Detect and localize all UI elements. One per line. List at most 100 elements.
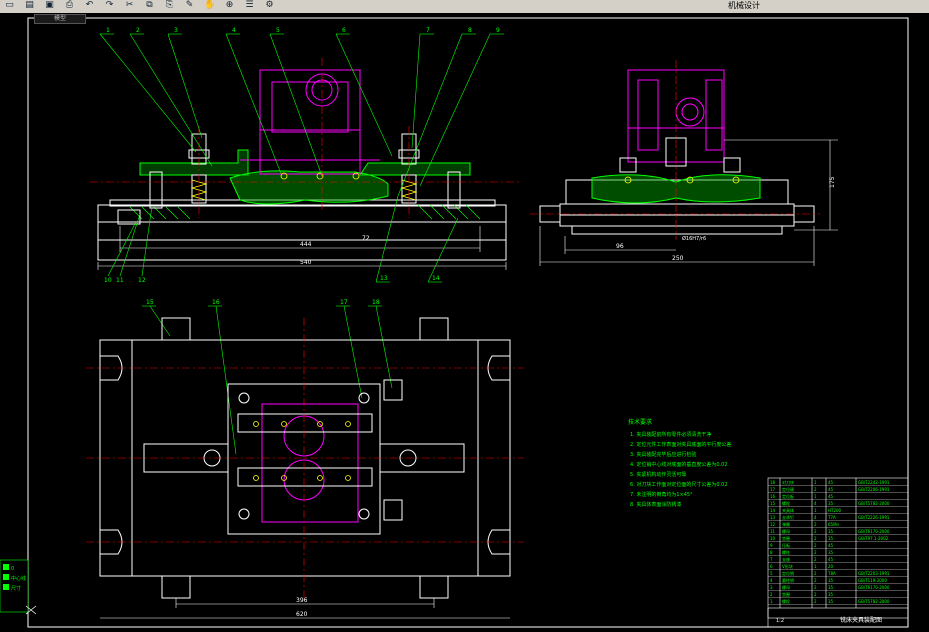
plan-view (86, 317, 524, 619)
title-block-cell: 垫圈 (782, 591, 790, 597)
title-block-cell: GB/T2242-1991 (858, 480, 890, 485)
title-block-name: 铣床夹具装配图 (840, 616, 882, 624)
title-block-cell: 1 (770, 599, 773, 604)
title-block-cell: 17 (770, 487, 776, 492)
dim-front-base: 444 (300, 241, 312, 248)
title-block-cell: 1 (814, 494, 817, 499)
title-block-cell: 9 (770, 543, 773, 548)
title-block-cell: 支承钉 (782, 514, 794, 520)
layer-item[interactable]: 中心线 (11, 575, 26, 582)
drawing-canvas[interactable]: 444 540 72 1 2 3 4 5 6 7 8 9 10 11 12 13 14 15 16 17 18 (0, 13, 929, 628)
title-block-cell: 45 (828, 557, 834, 562)
match-icon[interactable]: ✎ (184, 0, 195, 11)
title-block-cell: 10 (770, 536, 776, 541)
title-block-cell: 65Mn (828, 522, 840, 527)
layers-palette[interactable]: 0 中心线尺寸 (0, 559, 37, 615)
pan-icon[interactable]: ✋ (204, 0, 215, 11)
properties-icon[interactable]: ⚙ (264, 0, 275, 11)
title-block-cell: 35 (828, 529, 834, 534)
title-block-cell: 45 (828, 543, 834, 548)
title-block-scale: 1:2 (776, 618, 784, 624)
title-block-cell: 定位键 (782, 486, 794, 492)
title-block-cell: 圆柱销 (782, 577, 794, 583)
title-block-cell: 1 (814, 480, 817, 485)
title-block-cell: 螺柱 (782, 549, 790, 555)
zoom-icon[interactable]: ⊕ (224, 0, 235, 11)
drawing-border (27, 17, 909, 628)
title-block-cell: 5 (770, 571, 773, 576)
title-block-cell: 4 (770, 578, 773, 583)
title-block-cell: GB/T119-2000 (858, 578, 887, 583)
note-line: 8. 夹具体表面涂防锈漆 (630, 501, 681, 508)
title-block-cell: GB/T97.1-2002 (858, 536, 889, 541)
layer-icon[interactable]: ☰ (244, 0, 255, 11)
title-block-cell: 8 (770, 550, 773, 555)
title-block-cell: 18 (770, 480, 776, 485)
note-line: 3. 夹具装配完毕后应进行检验 (630, 451, 696, 458)
balloon-label: 1 (106, 27, 110, 34)
title-block-cell: 2 (814, 578, 817, 583)
new-icon[interactable]: ▭ (4, 0, 15, 11)
title-block-cell: 定位销 (782, 570, 794, 576)
balloon-label: 12 (138, 277, 146, 284)
title-block-cell: 2 (814, 522, 817, 527)
undo-icon[interactable]: ↶ (84, 0, 95, 11)
redo-icon[interactable]: ↷ (104, 0, 115, 11)
title-block-cell: 螺母 (782, 584, 790, 590)
title-block-cell: 12 (770, 522, 776, 527)
title-block-cell: 2 (814, 536, 817, 541)
paste-icon[interactable]: ⎘ (164, 0, 175, 11)
title-block-cell: 1 (814, 564, 817, 569)
title-block-cell: 7 (770, 557, 773, 562)
layer-item[interactable]: 0 (11, 566, 14, 572)
title-block-cell: 45 (828, 480, 834, 485)
title-block-cell: 2 (814, 557, 817, 562)
title-block-cell: 4 (814, 501, 817, 506)
balloon-label: 14 (432, 275, 440, 282)
title-block-cell: 1 (814, 508, 817, 513)
title-block-cell: 11 (770, 529, 776, 534)
copy-icon[interactable]: ⧉ (144, 0, 155, 11)
dim-side-width: 96 (616, 243, 624, 250)
balloon-label: 5 (276, 27, 280, 34)
title-block-cell: 螺栓 (782, 598, 790, 604)
balloon-label: 6 (342, 27, 346, 34)
print-icon[interactable]: ⎙ (64, 0, 75, 11)
balloon-label: 4 (232, 27, 236, 34)
title-block-cell: 螺母 (782, 528, 790, 534)
open-icon[interactable]: ▤ (24, 0, 35, 11)
title-block-cell: 35 (828, 578, 834, 583)
dim-plan-inner: 396 (296, 597, 308, 604)
title-block-cell: 弹簧 (782, 521, 790, 527)
title-block-cell: 4 (814, 515, 817, 520)
title-block-cell: 2 (814, 571, 817, 576)
title-block-rows: 18 对刀块 1 45 GB/T2242-199117 定位键 2 45 GB/T2206-19… (768, 479, 908, 605)
title-block-cell: 35 (828, 592, 834, 597)
title-block-cell: GB/T5782-2000 (858, 599, 890, 604)
title-block-cell: 夹具体 (782, 507, 794, 513)
title-block-cell: 垫圈 (782, 535, 790, 541)
model-tab[interactable]: 模型 (34, 14, 86, 24)
dim-side-height: 175 (829, 176, 836, 188)
title-block-cell: 螺栓 (782, 500, 790, 506)
title-block-cell: 6 (770, 564, 773, 569)
title-block-cell: 35 (828, 536, 834, 541)
title-block-cell: 13 (770, 515, 776, 520)
balloon-label: 9 (496, 27, 500, 34)
balloon-label: 18 (372, 299, 380, 306)
title-block-cell: 定位板 (782, 493, 794, 499)
title-block-cell: 压板 (782, 542, 790, 548)
front-view (90, 58, 520, 270)
dim-plan-total: 620 (296, 611, 308, 618)
cut-icon[interactable]: ✂ (124, 0, 135, 11)
top-toolbar: 机械设计 ▭ ▤ ▣ ⎙ ↶ ↷ ✂ ⧉ ⎘ ✎ ✋ ⊕ ☰ ⚙ (0, 0, 929, 14)
title-block-cell: 35 (828, 585, 834, 590)
balloon-label: 2 (136, 27, 140, 34)
title-block-cell: 35 (828, 599, 834, 604)
title-block-cell: 35 (828, 501, 834, 506)
title-block-cell: 2 (770, 592, 773, 597)
title-block-cell: 45 (828, 494, 834, 499)
vertical-scrollbar[interactable] (912, 13, 929, 628)
save-icon[interactable]: ▣ (44, 0, 55, 11)
layer-item[interactable]: 尺寸 (11, 585, 21, 592)
